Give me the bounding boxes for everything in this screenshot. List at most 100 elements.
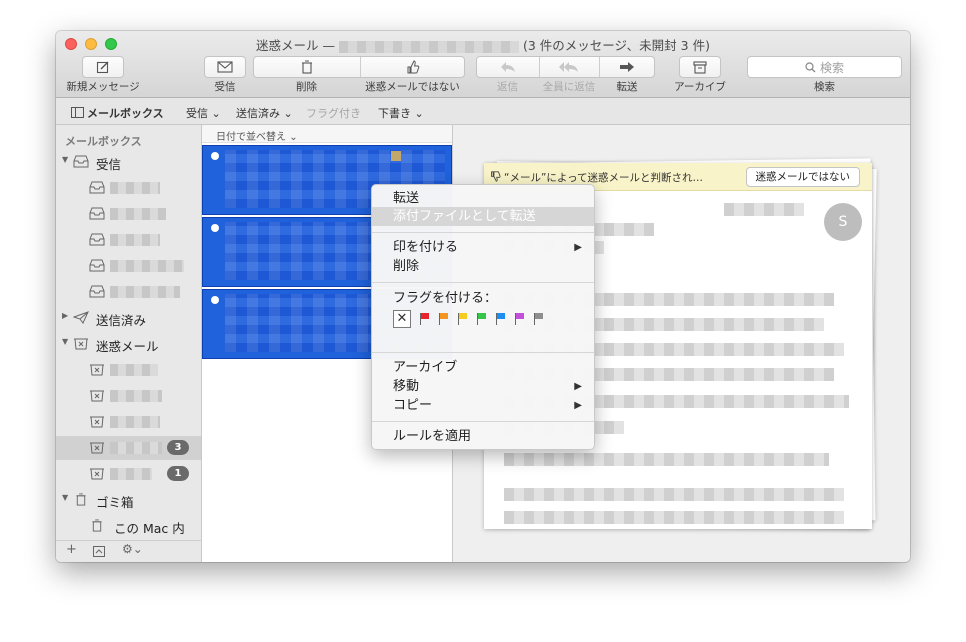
menu-item-apply-rules[interactable]: ルールを適用 <box>372 427 594 446</box>
clear-flag-button[interactable]: ✕ <box>393 310 411 328</box>
favorites-inbox-button[interactable]: 受信 ⌄ <box>186 105 221 121</box>
sidebar-item-junk-account[interactable] <box>56 410 201 434</box>
junk-tray-icon <box>90 468 104 480</box>
get-mail-button[interactable] <box>204 56 246 78</box>
orange-flag-icon[interactable] <box>438 313 449 325</box>
sidebar-item-junk-account[interactable] <box>56 384 201 408</box>
unread-count-badge: 3 <box>167 440 189 455</box>
show-hide-icon[interactable] <box>93 546 105 557</box>
search-input[interactable]: 検索 <box>747 56 902 78</box>
sidebar-item-trash-on-my-mac[interactable]: この Mac 内 <box>56 514 201 538</box>
redacted-account-name <box>110 182 160 194</box>
thumbs-up-icon <box>407 60 419 74</box>
favorites-bar: メールボックス 受信 ⌄ 送信済み ⌄ フラグ付き 下書き ⌄ <box>56 98 910 125</box>
favorites-sent-button[interactable]: 送信済み ⌄ <box>236 105 293 121</box>
sidebar-item-trash-label: ゴミ箱 <box>96 495 134 510</box>
gray-flag-icon[interactable] <box>533 313 544 325</box>
menu-item-delete[interactable]: 削除 <box>372 257 594 276</box>
menu-item-forward[interactable]: 転送 <box>372 189 594 208</box>
new-message-label: 新規メッセージ <box>66 81 140 93</box>
favorites-sent-label: 送信済み <box>236 107 280 120</box>
menu-item-move[interactable]: 移動 ▶ <box>372 377 594 396</box>
sort-label: 日付で並べ替え <box>216 132 286 143</box>
menu-item-archive[interactable]: アーカイブ <box>372 358 594 377</box>
search-icon <box>805 61 816 72</box>
menu-item-mark[interactable]: 印を付ける ▶ <box>372 238 594 257</box>
green-flag-icon[interactable] <box>476 313 487 325</box>
gear-icon[interactable]: ⚙⌄ <box>122 542 143 556</box>
search-placeholder: 検索 <box>819 60 844 75</box>
disclosure-triangle-icon[interactable]: ▼ <box>62 337 68 346</box>
sidebar-item-inbox-account[interactable] <box>56 202 201 226</box>
favorites-flagged-button[interactable]: フラグ付き <box>306 105 361 121</box>
sidebar: メールボックス ▼ 受信 ▶ 送信済み ▼ 迷惑メール 3 1 ▼ ゴミ箱 この… <box>56 125 202 562</box>
not-junk-button[interactable] <box>361 56 464 78</box>
sidebar-item-sent-label: 送信済み <box>96 313 147 328</box>
junk-tray-icon <box>90 364 104 376</box>
reply-all-button[interactable] <box>540 56 598 78</box>
new-message-button[interactable] <box>82 56 124 78</box>
flag-marker-icon <box>391 151 401 161</box>
disclosure-triangle-icon[interactable]: ▼ <box>62 493 68 502</box>
archive-box-icon <box>693 60 707 74</box>
reply-button[interactable] <box>477 56 538 78</box>
delete-button[interactable] <box>254 56 359 78</box>
favorites-mailboxes-button[interactable]: メールボックス <box>71 105 164 121</box>
redacted-account-name <box>110 286 180 298</box>
paper-plane-icon <box>73 311 89 324</box>
sidebar-item-inbox[interactable]: ▼ 受信 <box>56 150 201 174</box>
inbox-tray-icon <box>89 207 105 220</box>
window-title-prefix: 迷惑メール — <box>256 38 336 53</box>
sidebar-item-inbox-account[interactable] <box>56 254 201 278</box>
menu-item-forward-as-attachment[interactable]: 添付ファイルとして転送 <box>372 207 594 226</box>
forward-arrow-icon <box>620 62 634 72</box>
unread-dot-icon <box>211 224 219 232</box>
sort-menu[interactable]: 日付で並べ替え ⌄ <box>202 125 452 143</box>
inbox-tray-icon <box>73 155 89 168</box>
sidebar-item-sent[interactable]: ▶ 送信済み <box>56 306 201 330</box>
search-label: 検索 <box>814 81 835 93</box>
flag-color-row: ✕ <box>393 310 544 328</box>
yellow-flag-icon[interactable] <box>457 313 468 325</box>
sidebar-item-inbox-account[interactable] <box>56 280 201 304</box>
inbox-tray-icon <box>89 233 105 246</box>
reply-label: 返信 <box>497 81 518 93</box>
sidebar-item-inbox-account[interactable] <box>56 176 201 200</box>
disclosure-triangle-icon[interactable]: ▼ <box>62 155 68 164</box>
sidebar-bottom-bar: + ⚙⌄ <box>56 540 201 562</box>
menu-item-copy[interactable]: コピー ▶ <box>372 396 594 415</box>
sidebar-header: メールボックス <box>65 135 142 148</box>
redacted-account-name <box>110 442 162 454</box>
sidebar-item-junk[interactable]: ▼ 迷惑メール <box>56 332 201 356</box>
junk-tray-icon <box>90 390 104 402</box>
redacted-body <box>504 511 844 524</box>
titlebar: 迷惑メール — (3 件のメッセージ、未開封 3 件) 新規メッセージ 受信 削… <box>56 31 910 98</box>
forward-button[interactable] <box>600 56 654 78</box>
purple-flag-icon[interactable] <box>514 313 525 325</box>
favorites-inbox-label: 受信 <box>186 107 208 120</box>
sidebar-item-junk-account[interactable] <box>56 358 201 382</box>
red-flag-icon[interactable] <box>419 313 430 325</box>
blue-flag-icon[interactable] <box>495 313 506 325</box>
redacted-body <box>504 453 829 466</box>
disclosure-triangle-icon[interactable]: ▶ <box>62 311 68 320</box>
menu-separator <box>372 282 594 283</box>
menu-separator <box>372 352 594 353</box>
trash-icon <box>92 519 102 532</box>
archive-button[interactable] <box>679 56 721 78</box>
redacted-account-name <box>110 416 160 428</box>
unread-count-badge: 1 <box>167 466 189 481</box>
inbox-tray-icon <box>89 259 105 272</box>
not-junk-notice-button[interactable]: 迷惑メールではない <box>745 167 860 187</box>
redacted-account-name <box>110 364 158 376</box>
sidebar-item-junk-account[interactable]: 1 <box>56 462 201 486</box>
sidebar-item-inbox-account[interactable] <box>56 228 201 252</box>
sidebar-item-junk-account-selected[interactable]: 3 <box>56 436 201 460</box>
context-menu: 転送 添付ファイルとして転送 印を付ける ▶ 削除 フラグを付ける： ✕ アーカイ… <box>371 184 595 450</box>
favorites-mailboxes-label: メールボックス <box>87 107 164 120</box>
add-mailbox-button[interactable]: + <box>66 542 77 557</box>
redacted-body <box>504 488 844 501</box>
favorites-drafts-button[interactable]: 下書き ⌄ <box>378 105 424 121</box>
trash-icon <box>301 60 312 74</box>
sidebar-item-trash[interactable]: ▼ ゴミ箱 <box>56 488 201 512</box>
